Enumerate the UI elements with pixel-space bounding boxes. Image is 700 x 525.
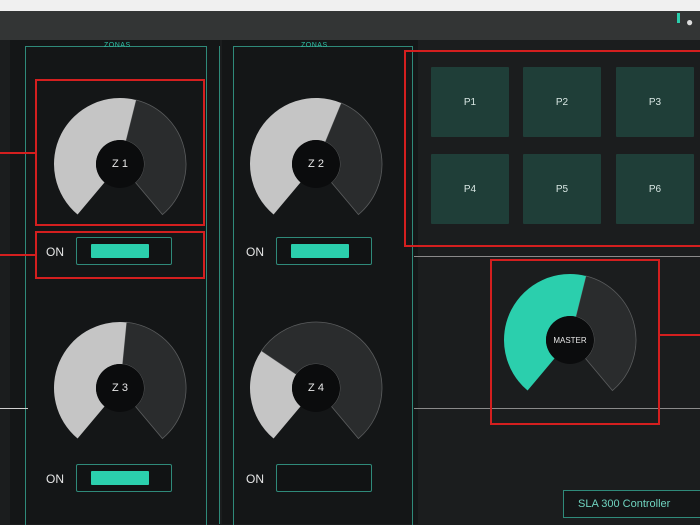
zone-2-toggle-row: ON [246,237,386,267]
divider-right [414,256,700,257]
annotation-zone-1-toggle [35,231,205,279]
zone-2-label: Z 2 [308,158,324,170]
zone-4-toggle[interactable] [276,464,372,492]
window-top-band [0,0,700,11]
annotation-leader-master [658,334,700,336]
annotation-zone-1-knob [35,79,205,226]
zone-2-toggle-indicator [291,244,349,258]
zone-2-on-label: ON [246,245,264,259]
annotation-leader-knob [0,152,37,154]
status-box: SLA 300 Controller [563,490,700,518]
annotation-leader-toggle [0,254,37,256]
annotation-master [490,259,660,425]
zones-title-left: ZONAS [104,42,131,49]
zone-4-toggle-row: ON [246,464,386,494]
zone-3-toggle-indicator [91,471,149,485]
divider-left [0,408,28,409]
zone-4-on-label: ON [246,472,264,486]
title-bar-accent [677,13,680,23]
zone-3-toggle-row: ON [46,464,186,494]
annotation-presets [404,50,700,247]
zones-title-right: ZONAS [301,42,328,49]
title-bar [0,11,700,40]
eye-icon[interactable]: ● [686,16,700,28]
zone-4-label: Z 4 [308,382,324,394]
zone-3-knob[interactable]: Z 3 [50,318,190,458]
zone-3-on-label: ON [46,472,64,486]
zones-divider [219,46,220,524]
zone-3-toggle[interactable] [76,464,172,492]
zone-2-knob[interactable]: Z 2 [246,94,386,234]
zone-2-toggle[interactable] [276,237,372,265]
zone-4-knob[interactable]: Z 4 [246,318,386,458]
zone-3-label: Z 3 [112,382,128,394]
